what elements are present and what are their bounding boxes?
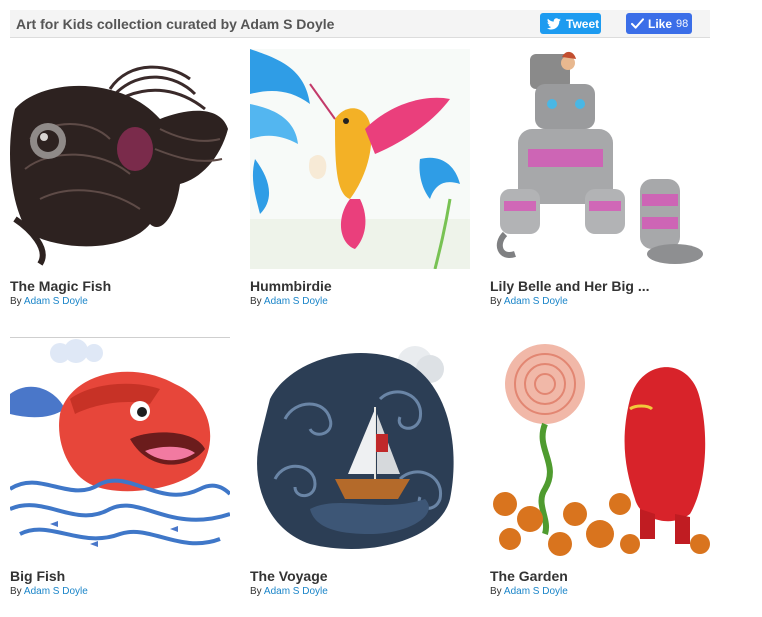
like-count: 98 (676, 17, 689, 30)
artwork-card[interactable]: Big Fish By Adam S Doyle (10, 337, 230, 597)
byline-prefix: By (490, 296, 502, 307)
tweet-label: Tweet (566, 16, 600, 31)
author-link[interactable]: Adam S Doyle (264, 296, 328, 307)
tweet-button[interactable]: Tweet (540, 13, 601, 34)
artwork-title[interactable]: Big Fish (10, 568, 65, 584)
artwork-title[interactable]: The Voyage (250, 568, 328, 584)
artwork-title[interactable]: The Garden (490, 568, 568, 584)
checkmark-icon (631, 18, 644, 29)
collection-header: Art for Kids collection curated by Adam … (10, 10, 710, 38)
artwork-card[interactable]: Lily Belle and Her Big ... By Adam S Doy… (490, 49, 710, 307)
artwork-title[interactable]: The Magic Fish (10, 278, 111, 294)
twitter-bird-icon (547, 17, 561, 29)
author-link[interactable]: Adam S Doyle (264, 586, 328, 597)
like-button[interactable]: Like 98 (626, 13, 692, 34)
byline-prefix: By (490, 586, 502, 597)
byline-prefix: By (250, 296, 262, 307)
artwork-image[interactable] (10, 339, 230, 559)
artwork-card[interactable]: Hummbirdie By Adam S Doyle (250, 49, 470, 307)
artwork-byline: By Adam S Doyle (250, 586, 328, 597)
artwork-title[interactable]: Lily Belle and Her Big ... (490, 278, 649, 294)
artwork-card[interactable]: The Magic Fish By Adam S Doyle (10, 49, 230, 307)
artwork-image[interactable] (10, 49, 230, 269)
artwork-byline: By Adam S Doyle (490, 296, 568, 307)
byline-prefix: By (10, 296, 22, 307)
artwork-card[interactable]: The Voyage By Adam S Doyle (250, 339, 470, 597)
author-link[interactable]: Adam S Doyle (504, 296, 568, 307)
artwork-byline: By Adam S Doyle (490, 586, 568, 597)
byline-prefix: By (250, 586, 262, 597)
collection-title: Art for Kids collection curated by Adam … (16, 16, 335, 32)
artwork-byline: By Adam S Doyle (10, 296, 88, 307)
like-label: Like (648, 16, 673, 31)
artwork-title[interactable]: Hummbirdie (250, 278, 332, 294)
artwork-image[interactable] (490, 339, 710, 559)
artwork-byline: By Adam S Doyle (250, 296, 328, 307)
artwork-card[interactable]: The Garden By Adam S Doyle (490, 339, 710, 597)
artwork-image[interactable] (250, 339, 470, 559)
row-divider (10, 337, 230, 338)
byline-prefix: By (10, 586, 22, 597)
author-link[interactable]: Adam S Doyle (24, 586, 88, 597)
author-link[interactable]: Adam S Doyle (504, 586, 568, 597)
artwork-image[interactable] (250, 49, 470, 269)
artwork-byline: By Adam S Doyle (10, 586, 88, 597)
artwork-image[interactable] (490, 49, 710, 269)
author-link[interactable]: Adam S Doyle (24, 296, 88, 307)
